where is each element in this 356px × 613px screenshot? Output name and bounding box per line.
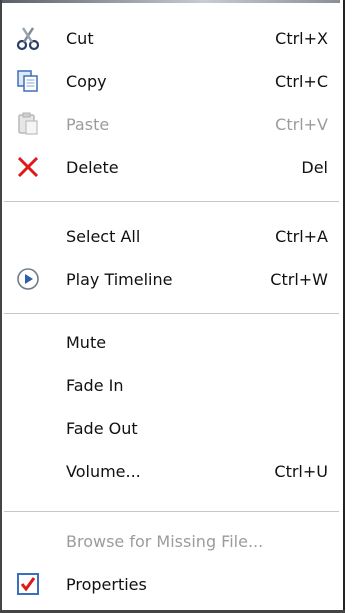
menu-item-shortcut: Ctrl+U [274, 461, 328, 481]
menu-item-copy[interactable]: Copy Ctrl+C [0, 59, 343, 103]
menu-item-cut[interactable]: Cut Ctrl+X [0, 16, 343, 60]
menu-item-shortcut: Ctrl+W [270, 269, 328, 289]
delete-x-icon [14, 153, 42, 181]
menu-item-label: Volume... [66, 461, 141, 481]
menu-item-label: Mute [66, 332, 107, 352]
menu-item-label: Browse for Missing File... [66, 531, 264, 551]
menu-item-shortcut: Ctrl+V [275, 114, 328, 134]
menu-item-label: Copy [66, 71, 107, 91]
checkbox-checked-icon [14, 570, 42, 598]
menu-item-label: Properties [66, 574, 147, 594]
menu-item-shortcut: Ctrl+C [274, 71, 328, 91]
menu-item-mute[interactable]: Mute [0, 320, 343, 364]
copy-icon [14, 67, 42, 95]
menu-item-volume[interactable]: Volume... Ctrl+U [0, 449, 343, 493]
play-circle-icon [14, 265, 42, 293]
menu-separator [4, 201, 339, 202]
menu-item-fade-in[interactable]: Fade In [0, 363, 343, 407]
menu-item-delete[interactable]: Delete Del [0, 145, 343, 189]
menu-item-shortcut: Ctrl+A [275, 226, 328, 246]
menu-item-shortcut: Del [301, 157, 328, 177]
menu-item-label: Fade In [66, 375, 124, 395]
menu-separator [4, 313, 339, 314]
menu-item-label: Paste [66, 114, 110, 134]
menu-item-label: Play Timeline [66, 269, 173, 289]
menu-item-shortcut: Ctrl+X [275, 28, 328, 48]
menu-item-play-timeline[interactable]: Play Timeline Ctrl+W [0, 257, 343, 301]
menu-item-label: Cut [66, 28, 94, 48]
menu-item-fade-out[interactable]: Fade Out [0, 406, 343, 450]
menu-item-label: Delete [66, 157, 119, 177]
context-menu: Cut Ctrl+X Copy Ctrl+C Paste Ctrl+V Dele… [0, 0, 345, 613]
menu-item-paste: Paste Ctrl+V [0, 102, 343, 146]
menu-item-browse-missing-file: Browse for Missing File... [0, 519, 343, 563]
menu-separator [4, 511, 339, 512]
scissors-icon [14, 24, 42, 52]
menu-item-label: Select All [66, 226, 141, 246]
menu-item-label: Fade Out [66, 418, 138, 438]
menu-item-select-all[interactable]: Select All Ctrl+A [0, 214, 343, 258]
paste-icon [14, 110, 42, 138]
menu-item-properties[interactable]: Properties [0, 562, 343, 606]
